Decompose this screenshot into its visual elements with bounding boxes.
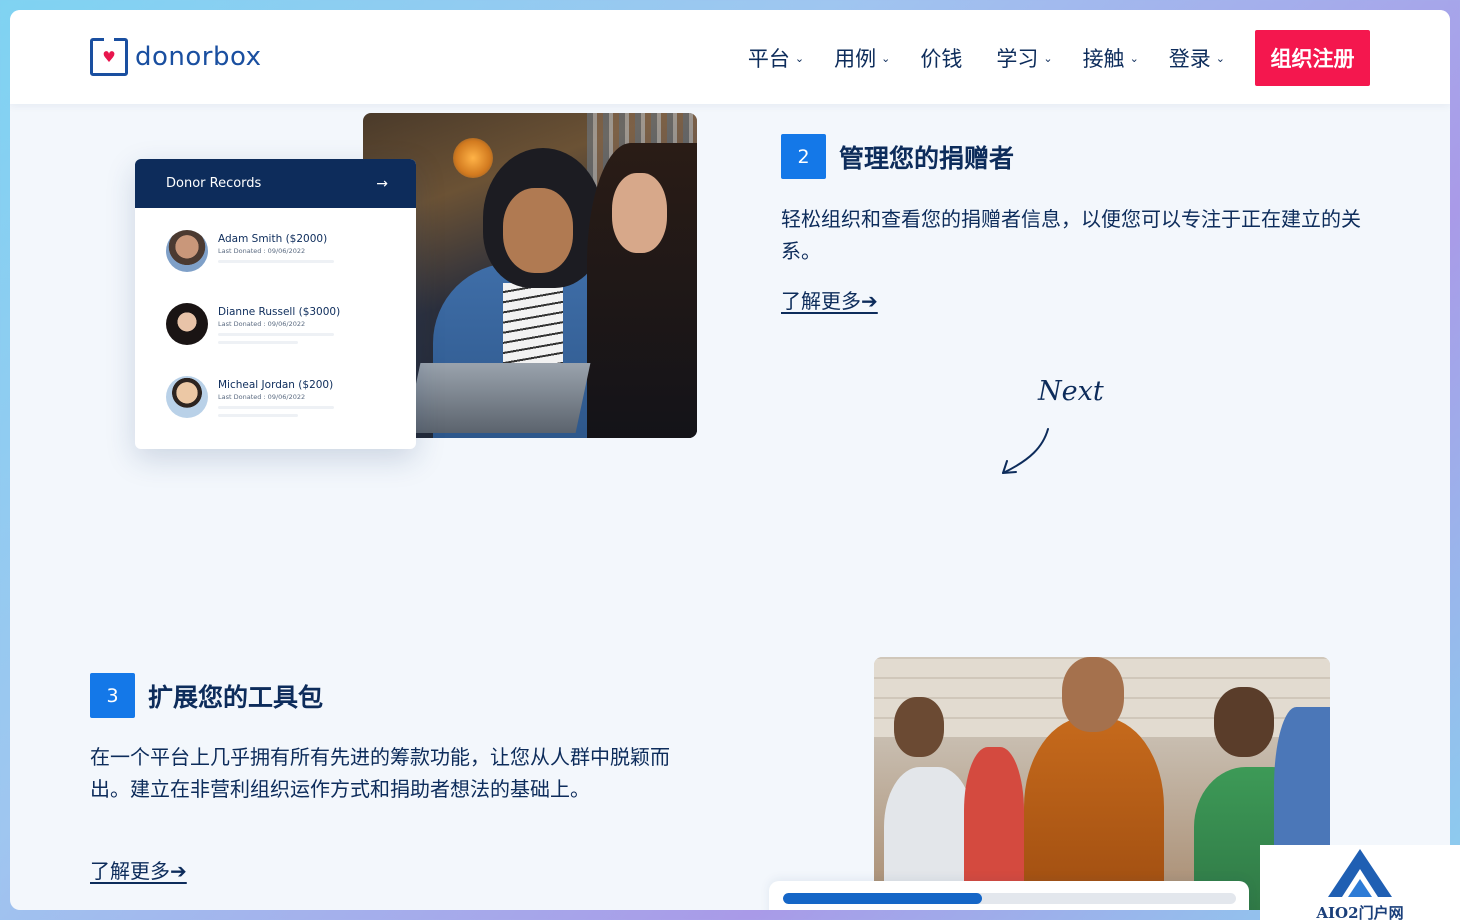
donorbox-logo-icon: ♥ xyxy=(90,36,128,76)
progress-fill xyxy=(783,893,983,904)
placeholder-bar xyxy=(218,341,298,344)
scroll-progress xyxy=(769,881,1249,910)
nav-label: 学习 xyxy=(996,47,1039,71)
nav-item-use-cases[interactable]: 用例 ⌄ xyxy=(834,31,890,85)
donorbox-logo[interactable]: ♥ donorbox xyxy=(90,36,262,76)
donor-last-donated: Last Donated : 09/06/2022 xyxy=(218,320,306,328)
chevron-down-icon: ⌄ xyxy=(794,51,805,65)
org-signup-button[interactable]: 组织注册 xyxy=(1255,30,1370,86)
learn-more-link[interactable]: 了解更多➔ xyxy=(90,855,187,884)
placeholder-bar xyxy=(218,406,334,409)
browser-window: ♥ donorbox 平台 ⌄ 用例 ⌄ 价钱 学习 ⌄ 接触 ⌄ 登录 ⌄ 组… xyxy=(10,10,1450,910)
donor-records-header[interactable]: Donor Records → xyxy=(135,159,416,208)
step-title: 扩展您的工具包 xyxy=(148,683,324,712)
nav-label: 登录 xyxy=(1168,47,1211,71)
chevron-down-icon: ⌄ xyxy=(1043,51,1053,65)
nav-item-pricing[interactable]: 价钱 xyxy=(920,31,962,85)
nav-item-platform[interactable]: 平台 ⌄ xyxy=(748,31,804,85)
donor-row: Dianne Russell ($3000) Last Donated : 09… xyxy=(166,303,340,345)
placeholder-bar xyxy=(218,414,298,417)
main-nav: 平台 ⌄ 用例 ⌄ 价钱 学习 ⌄ 接触 ⌄ 登录 ⌄ 组织注册 xyxy=(748,30,1370,86)
avatar xyxy=(166,230,208,272)
donor-row: Micheal Jordan ($200) Last Donated : 09/… xyxy=(166,376,334,418)
chevron-down-icon: ⌄ xyxy=(1215,51,1225,65)
watermark: AIO2门户网 xyxy=(1260,845,1460,920)
site-header: ♥ donorbox 平台 ⌄ 用例 ⌄ 价钱 学习 ⌄ 接触 ⌄ 登录 ⌄ 组… xyxy=(10,10,1450,104)
nav-label: 平台 xyxy=(747,47,790,71)
donor-row: Adam Smith ($2000) Last Donated : 09/06/… xyxy=(166,230,334,272)
watermark-logo-icon xyxy=(1328,849,1392,897)
donor-last-donated: Last Donated : 09/06/2022 xyxy=(218,247,306,255)
nav-label: 用例 xyxy=(834,47,877,71)
step-description: 在一个平台上几乎拥有所有先进的筹款功能，让您从人群中脱颖而出。建立在非营利组织运… xyxy=(90,745,670,801)
avatar xyxy=(166,376,208,418)
chevron-down-icon: ⌄ xyxy=(1129,51,1139,65)
donor-records-title: Donor Records xyxy=(166,176,262,191)
donor-name: Micheal Jordan ($200) xyxy=(218,379,334,391)
step-number-badge: 2 xyxy=(781,134,826,179)
next-hint-label: Next xyxy=(1038,376,1104,407)
avatar xyxy=(166,303,208,345)
logo-wordmark: donorbox xyxy=(135,42,262,72)
step-description: 轻松组织和查看您的捐赠者信息，以便您可以专注于正在建立的关系。 xyxy=(781,207,1361,263)
heart-icon: ♥ xyxy=(102,47,116,66)
placeholder-bar xyxy=(218,333,334,336)
nav-label: 接触 xyxy=(1082,47,1125,71)
nav-item-contact[interactable]: 接触 ⌄ xyxy=(1083,31,1139,85)
nav-label: 价钱 xyxy=(920,47,963,71)
nav-item-login[interactable]: 登录 ⌄ xyxy=(1169,31,1225,85)
arrow-right-icon[interactable]: → xyxy=(376,176,388,192)
step-title: 管理您的捐赠者 xyxy=(839,144,1015,173)
donor-name: Adam Smith ($2000) xyxy=(218,233,328,245)
watermark-text: AIO2门户网 xyxy=(1316,904,1404,920)
nav-item-learn[interactable]: 学习 ⌄ xyxy=(996,31,1052,85)
placeholder-bar xyxy=(218,260,334,263)
curved-arrow-icon xyxy=(1002,428,1049,474)
step-number-badge: 3 xyxy=(90,673,135,718)
learn-more-link[interactable]: 了解更多➔ xyxy=(781,285,878,314)
donor-last-donated: Last Donated : 09/06/2022 xyxy=(218,393,306,401)
donor-records-card: Donor Records → Adam Smith ($2000) Last … xyxy=(135,159,416,449)
donor-name: Dianne Russell ($3000) xyxy=(218,306,341,318)
chevron-down-icon: ⌄ xyxy=(881,51,891,65)
progress-track xyxy=(783,893,1236,904)
